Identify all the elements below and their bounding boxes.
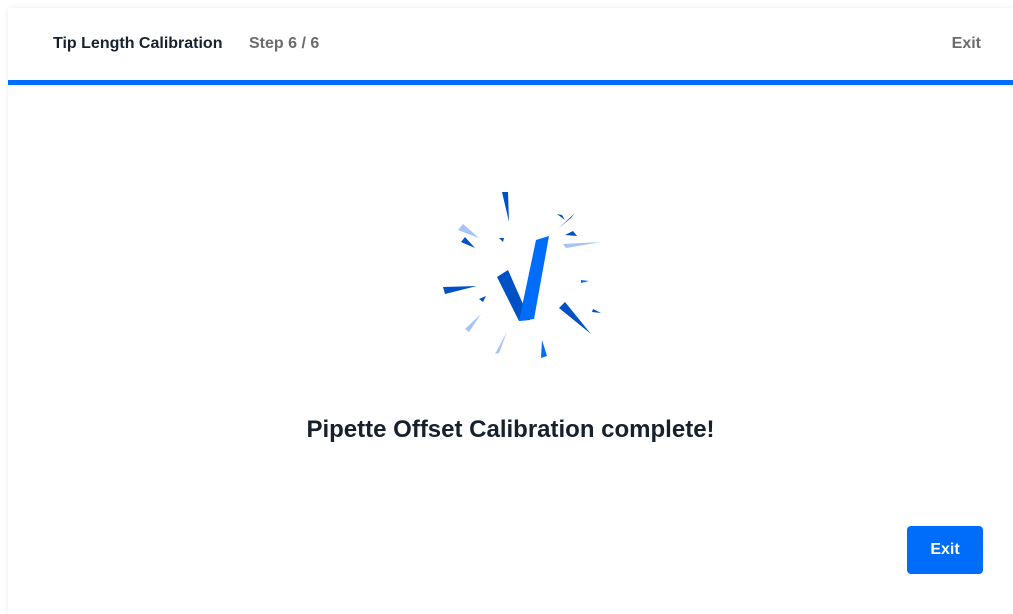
exit-button[interactable]: Exit xyxy=(907,526,983,574)
burst-shard xyxy=(461,237,475,248)
burst-shard xyxy=(541,340,547,358)
progress-bar xyxy=(8,80,1013,85)
burst-shard xyxy=(499,238,504,242)
burst-shard xyxy=(565,231,577,236)
progress-bar-fill xyxy=(8,80,1013,85)
completion-message: Pipette Offset Calibration complete! xyxy=(306,416,715,443)
step-indicator: Step 6 / 6 xyxy=(249,35,320,52)
burst-shard xyxy=(592,309,601,313)
burst-shard xyxy=(563,242,601,248)
burst-shard xyxy=(465,314,481,332)
header-title: Tip Length Calibration xyxy=(53,35,223,52)
checkmark-burst-icon xyxy=(443,192,601,358)
burst-shard xyxy=(479,296,486,302)
burst-shard xyxy=(443,286,477,294)
burst-shard xyxy=(581,280,589,283)
calibration-modal: Tip Length Calibration Step 6 / 6 Exit P… xyxy=(8,8,1013,614)
burst-shard xyxy=(502,192,509,222)
modal-header: Tip Length Calibration Step 6 / 6 Exit xyxy=(8,8,1013,80)
checkmark-long-stroke xyxy=(519,236,549,321)
burst-shard xyxy=(557,214,565,220)
burst-shard xyxy=(559,302,591,334)
burst-shard xyxy=(495,332,507,354)
burst-shard xyxy=(458,224,479,238)
header-exit-link[interactable]: Exit xyxy=(952,35,981,53)
